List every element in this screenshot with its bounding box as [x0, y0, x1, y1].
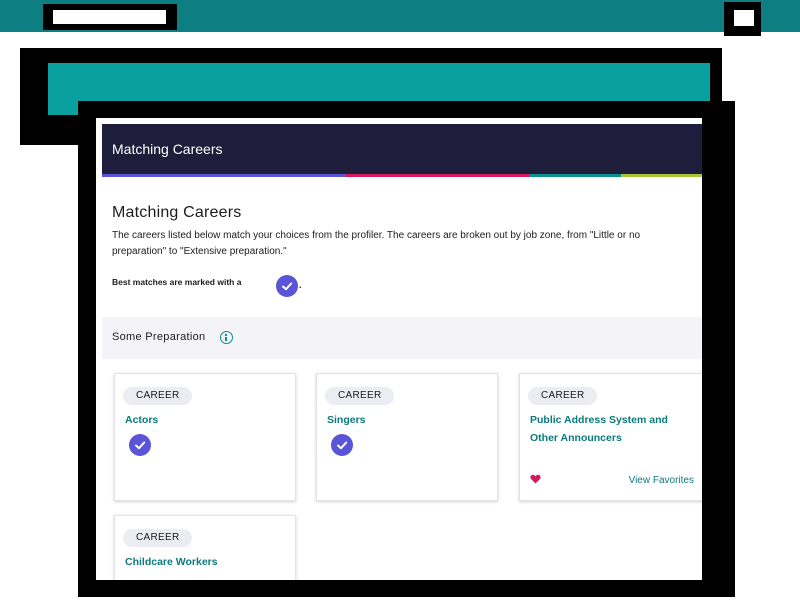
- redacted-menu-fill: [734, 10, 754, 26]
- career-title-line-2: Other Announcers: [530, 432, 622, 444]
- page-title: Matching Careers: [112, 204, 242, 221]
- career-card-actors[interactable]: CAREER Actors: [114, 373, 296, 501]
- career-title-link[interactable]: Singers: [327, 411, 366, 429]
- career-badge: CAREER: [325, 387, 395, 405]
- app-screen: Matching Careers Matching Careers The ca…: [96, 118, 702, 580]
- job-zone-label: Some Preparation: [112, 331, 206, 343]
- career-card-childcare[interactable]: CAREER Childcare Workers: [114, 515, 296, 580]
- info-icon[interactable]: [220, 331, 233, 344]
- stage: Matching Careers Matching Careers The ca…: [0, 0, 800, 600]
- check-icon: [331, 434, 353, 456]
- job-zone-section-header: Some Preparation: [102, 317, 702, 359]
- career-card-announcers[interactable]: CAREER Public Address System and Other A…: [519, 373, 702, 501]
- intro-text: The careers listed below match your choi…: [112, 228, 702, 259]
- best-matches-period: .: [299, 280, 302, 290]
- career-badge: CAREER: [123, 529, 193, 547]
- site-top-bar: [0, 0, 800, 36]
- career-title-link[interactable]: Childcare Workers: [125, 553, 218, 571]
- career-title-line-1: Public Address System and: [530, 414, 668, 426]
- view-favorites-link[interactable]: View Favorites: [629, 475, 694, 486]
- header-stripe-green: [621, 174, 702, 177]
- career-title-link[interactable]: Actors: [125, 411, 158, 429]
- intro-line-1: The careers listed below match your choi…: [112, 230, 641, 241]
- header-stripe-purple: [102, 174, 346, 177]
- best-matches-note: Best matches are marked with a: [112, 277, 242, 287]
- redacted-logo-fill: [53, 10, 166, 24]
- check-icon: [276, 275, 298, 297]
- app-header-title: Matching Careers: [112, 141, 223, 157]
- career-card-singers[interactable]: CAREER Singers: [316, 373, 498, 501]
- redacted-menu-button[interactable]: [724, 2, 761, 36]
- header-stripe-teal: [529, 174, 621, 177]
- career-title-link[interactable]: Public Address System and Other Announce…: [530, 411, 668, 447]
- heart-icon[interactable]: [530, 474, 541, 484]
- app-header: Matching Careers: [102, 124, 702, 174]
- career-badge: CAREER: [528, 387, 598, 405]
- redacted-logo[interactable]: [43, 4, 177, 30]
- career-badge: CAREER: [123, 387, 193, 405]
- intro-line-2: preparation" to "Extensive preparation.": [112, 245, 287, 257]
- header-stripe-pink: [346, 174, 529, 177]
- check-icon: [129, 434, 151, 456]
